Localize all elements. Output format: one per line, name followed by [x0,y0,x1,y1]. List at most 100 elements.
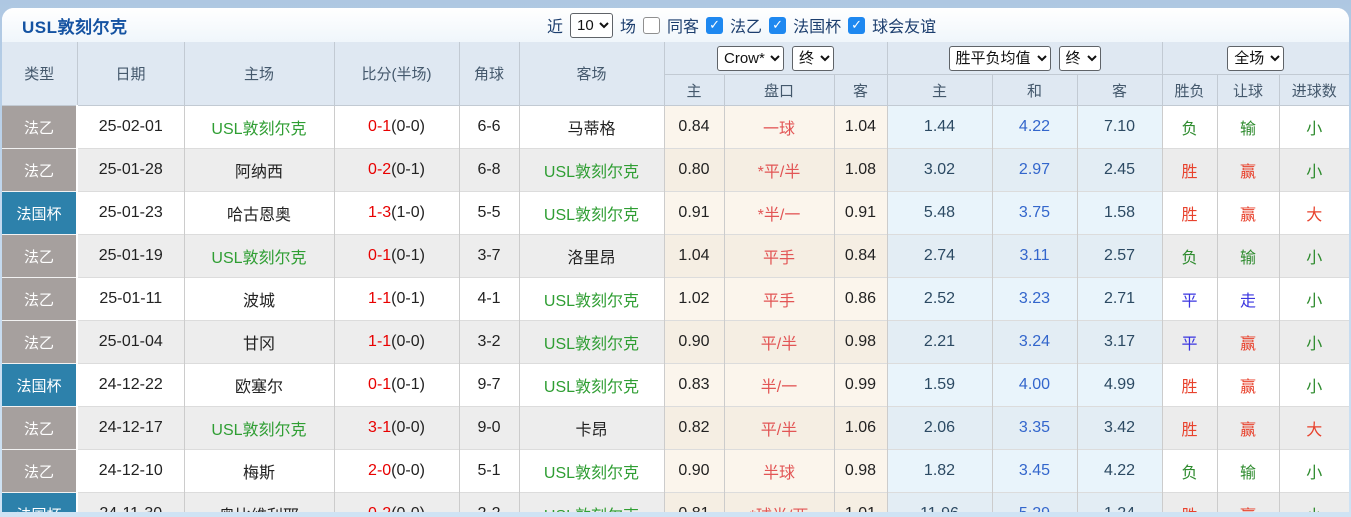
corner-count: 6-8 [459,149,519,192]
corner-count: 5-1 [459,450,519,493]
filter-ligue2-label: 法乙 [730,13,762,37]
avg-draw-odds: 4.22 [992,106,1077,149]
avg-draw-odds: 5.29 [992,493,1077,513]
average-stage-select[interactable]: 终 [1059,46,1101,71]
avg-home-odds: 3.02 [887,149,992,192]
outcome-result: 平 [1162,321,1217,364]
col-header-handicap: 盘口 [724,75,834,106]
filter-coupe-checkbox[interactable] [769,17,786,34]
home-team: USL敦刻尔克 [184,407,334,450]
match-date: 24-12-22 [77,364,184,407]
away-team: 卡昂 [519,407,664,450]
corner-count: 5-5 [459,192,519,235]
handicap-line: 一球 [724,106,834,149]
avg-away-odds: 3.42 [1077,407,1162,450]
home-team: 甘冈 [184,321,334,364]
home-odds: 0.83 [664,364,724,407]
table-row: 法乙 25-01-28 阿纳西 0-2(0-1) 6-8 USL敦刻尔克 0.8… [2,149,1349,192]
full-score: 2-0 [368,462,391,479]
col-header-handicap-result: 让球 [1217,75,1279,106]
col-header-away: 客场 [519,42,664,106]
bookmaker-stage-select[interactable]: 终 [792,46,834,71]
avg-home-odds: 5.48 [887,192,992,235]
full-score: 1-3 [368,204,391,221]
outcome-result: 负 [1162,235,1217,278]
score-cell: 0-1(0-0) [334,106,459,149]
avg-home-odds: 2.74 [887,235,992,278]
full-score: 0-1 [368,376,391,393]
handicap-result: 输 [1217,450,1279,493]
handicap-result: 赢 [1217,493,1279,513]
col-header-home: 主场 [184,42,334,106]
corner-count: 3-2 [459,321,519,364]
league-badge: 法乙 [2,321,77,364]
score-cell: 1-1(0-1) [334,278,459,321]
away-odds: 0.99 [834,364,887,407]
goals-result: 小 [1279,106,1349,149]
home-team: 哈古恩奥 [184,192,334,235]
away-team: USL敦刻尔克 [519,149,664,192]
avg-draw-odds: 2.97 [992,149,1077,192]
away-team: USL敦刻尔克 [519,321,664,364]
full-score: 0-1 [368,118,391,135]
home-team: 阿纳西 [184,149,334,192]
average-group-header: 胜平负均值 终 [887,42,1162,75]
away-team: USL敦刻尔克 [519,493,664,513]
corner-count: 9-7 [459,364,519,407]
col-header-odds-home: 主 [664,75,724,106]
home-odds: 0.82 [664,407,724,450]
outcome-result: 胜 [1162,493,1217,513]
scope-select[interactable]: 全场 [1227,46,1284,71]
avg-away-odds: 1.24 [1077,493,1162,513]
goals-result: 小 [1279,235,1349,278]
away-odds: 0.86 [834,278,887,321]
goals-result: 小 [1279,364,1349,407]
league-badge: 法乙 [2,450,77,493]
filter-controls: 近 10 场 同客 法乙 法国杯 球会友谊 [547,8,936,42]
filter-ligue2-checkbox[interactable] [706,17,723,34]
home-odds: 0.81 [664,493,724,513]
table-row: 法乙 24-12-10 梅斯 2-0(0-0) 5-1 USL敦刻尔克 0.90… [2,450,1349,493]
score-cell: 0-2(0-1) [334,149,459,192]
away-team: 洛里昂 [519,235,664,278]
bookmaker-group-header: Crow* 终 [664,42,887,75]
score-cell: 0-1(0-1) [334,364,459,407]
avg-draw-odds: 3.75 [992,192,1077,235]
handicap-result: 输 [1217,235,1279,278]
home-team: USL敦刻尔克 [184,106,334,149]
league-badge: 法国杯 [2,364,77,407]
score-cell: 0-2(0-0) [334,493,459,513]
league-badge: 法乙 [2,149,77,192]
recent-count-select[interactable]: 10 [570,13,613,38]
same-venue-checkbox[interactable] [643,17,660,34]
filter-coupe-label: 法国杯 [793,13,841,37]
full-score: 3-1 [368,419,391,436]
league-badge: 法乙 [2,407,77,450]
home-odds: 0.91 [664,192,724,235]
match-date: 25-01-28 [77,149,184,192]
half-score: (0-0) [391,333,425,350]
handicap-line: *半/一 [724,192,834,235]
table-row: 法乙 25-01-04 甘冈 1-1(0-0) 3-2 USL敦刻尔克 0.90… [2,321,1349,364]
home-team: 波城 [184,278,334,321]
table-row: 法国杯 24-11-30 奥比维利耶 0-2(0-0) 2-2 USL敦刻尔克 … [2,493,1349,513]
header-group-row: 类型 日期 主场 比分(半场) 角球 客场 Crow* 终 胜平负均值 终 [2,42,1349,75]
handicap-result: 走 [1217,278,1279,321]
filter-friendly-checkbox[interactable] [848,17,865,34]
score-cell: 1-1(0-0) [334,321,459,364]
avg-away-odds: 4.22 [1077,450,1162,493]
league-badge: 法乙 [2,235,77,278]
goals-result: 小 [1279,278,1349,321]
avg-draw-odds: 3.24 [992,321,1077,364]
match-date: 24-12-10 [77,450,184,493]
away-odds: 1.06 [834,407,887,450]
same-venue-label: 同客 [667,13,699,37]
col-header-avg-away: 客 [1077,75,1162,106]
away-team: 马蒂格 [519,106,664,149]
home-odds: 0.84 [664,106,724,149]
average-select[interactable]: 胜平负均值 [949,46,1051,71]
bookmaker-select[interactable]: Crow* [717,46,784,71]
home-team: USL敦刻尔克 [184,235,334,278]
home-odds: 1.04 [664,235,724,278]
outcome-result: 胜 [1162,407,1217,450]
